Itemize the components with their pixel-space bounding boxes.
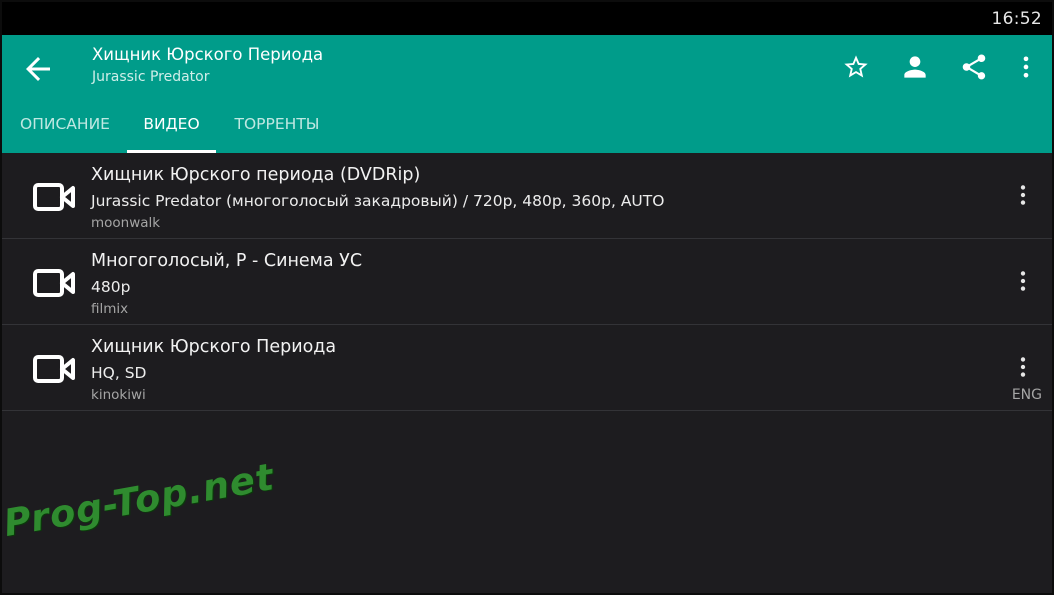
video-title: Хищник Юрского периода (DVDRip)	[91, 165, 421, 185]
page-title: Хищник Юрского Периода	[92, 45, 324, 64]
tab-torrents[interactable]: ТОРРЕНТЫ	[224, 105, 330, 153]
videocam-icon	[33, 355, 75, 383]
video-item[interactable]: Хищник Юрского периода (DVDRip) Jurassic…	[2, 153, 1052, 239]
video-item[interactable]: Хищник Юрского Периода HQ, SD kinokiwi E…	[2, 325, 1052, 411]
videocam-icon	[33, 269, 75, 297]
item-menu-button[interactable]	[1008, 180, 1038, 210]
app-screen: 16:52 Хищник Юрского Периода Jurassic Pr…	[0, 0, 1054, 595]
overflow-menu-button[interactable]	[1008, 49, 1044, 85]
item-menu-button[interactable]	[1008, 266, 1038, 296]
title-block: Хищник Юрского Периода Jurassic Predator	[92, 44, 323, 87]
video-title: Хищник Юрского Периода	[91, 337, 337, 357]
watermark: Prog-Top.net	[0, 455, 278, 545]
tab-bar: ОПИСАНИЕ ВИДЕО ТОРРЕНТЫ	[2, 105, 1052, 153]
more-vert-icon	[1020, 185, 1026, 205]
share-icon	[962, 54, 986, 80]
video-item[interactable]: Многоголосый, Р - Синема УС 480p filmix	[2, 239, 1052, 325]
video-source: kinokiwi	[91, 387, 146, 403]
videocam-icon	[33, 183, 75, 211]
more-vert-icon	[1020, 357, 1026, 377]
favorite-button[interactable]	[838, 49, 874, 85]
app-bar: Хищник Юрского Периода Jurassic Predator…	[2, 35, 1052, 153]
status-bar: 16:52	[2, 2, 1052, 35]
back-button[interactable]	[20, 51, 56, 87]
tab-description[interactable]: ОПИСАНИЕ	[10, 105, 120, 153]
more-vert-icon	[1023, 56, 1029, 78]
video-details: 480p	[91, 278, 131, 296]
back-arrow-icon	[26, 57, 50, 81]
video-details: Jurassic Predator (многоголосый закадров…	[91, 192, 665, 210]
video-title: Многоголосый, Р - Синема УС	[91, 251, 363, 271]
tab-video[interactable]: ВИДЕО	[127, 105, 216, 153]
video-list: Хищник Юрского периода (DVDRip) Jurassic…	[2, 153, 1052, 411]
language-badge: ENG	[1011, 387, 1042, 403]
more-vert-icon	[1020, 271, 1026, 291]
status-time: 16:52	[991, 9, 1042, 29]
video-source: moonwalk	[91, 215, 161, 231]
page-subtitle: Jurassic Predator	[92, 69, 210, 85]
video-source: filmix	[91, 301, 129, 317]
share-button[interactable]	[956, 49, 992, 85]
item-menu-button[interactable]	[1008, 352, 1038, 382]
video-details: HQ, SD	[91, 364, 147, 382]
star-outline-icon	[844, 55, 868, 78]
person-icon	[904, 56, 926, 78]
profile-button[interactable]	[897, 49, 933, 85]
